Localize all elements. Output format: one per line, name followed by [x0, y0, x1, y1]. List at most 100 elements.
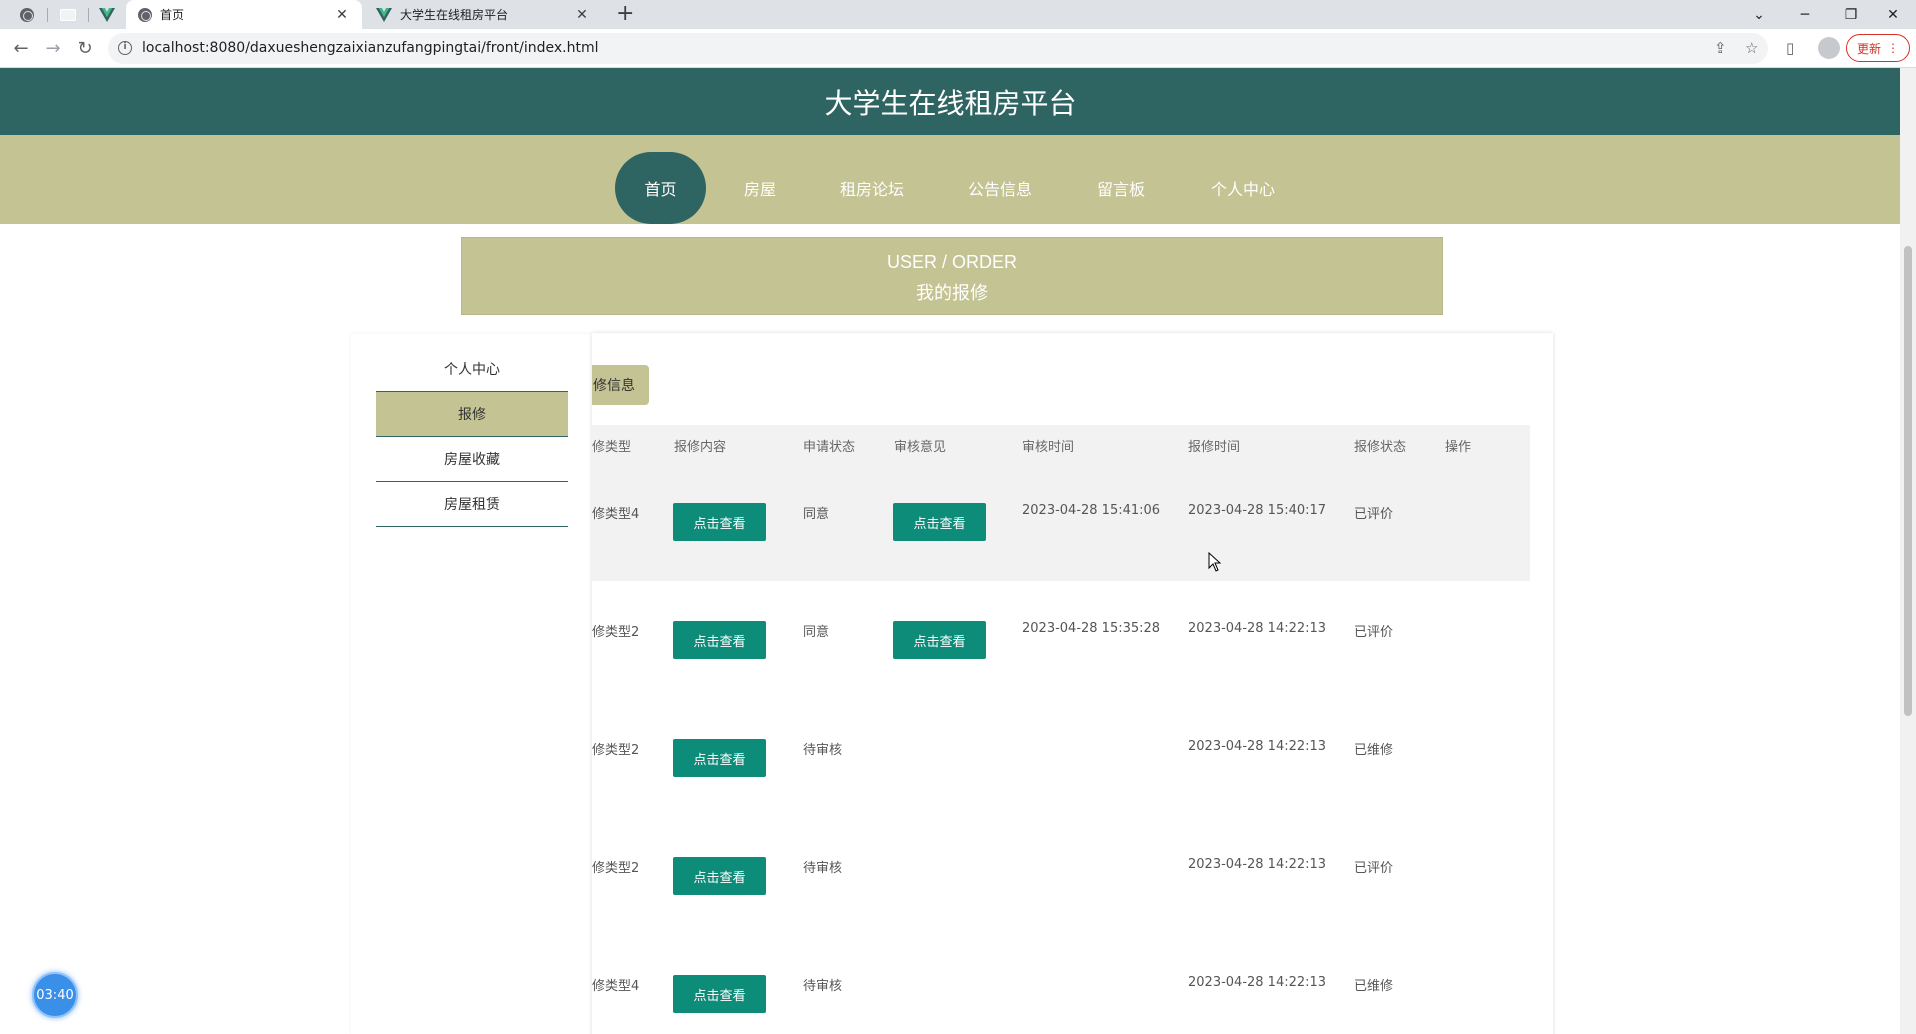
view-content-button[interactable]: 点击查看 [673, 739, 766, 777]
star-icon[interactable]: ☆ [1745, 39, 1758, 57]
cell-repair-time: 2023-04-28 14:22:13 [1188, 739, 1327, 754]
floating-timer[interactable]: 03:40 [32, 972, 78, 1018]
view-content-button[interactable]: 点击查看 [673, 621, 766, 659]
restore-button[interactable]: ❐ [1828, 0, 1874, 29]
repair-panel: 修信息 修类型 报修内容 申请状态 审核意见 审核时间 报修时间 报修状态 操作… [592, 333, 1553, 1034]
globe-icon [20, 7, 34, 22]
sidebar-item-rental[interactable]: 房屋租赁 [376, 482, 568, 527]
blank-page-icon [60, 8, 76, 21]
minimize-button[interactable]: ─ [1782, 0, 1828, 29]
tab-divider [47, 8, 48, 22]
tab-home[interactable]: 首页 ✕ [126, 0, 362, 29]
close-icon[interactable]: ✕ [334, 7, 350, 23]
page-scrollbar[interactable] [1900, 68, 1916, 1034]
cell-repair-status: 已评价 [1354, 625, 1394, 640]
sidebar-item-label: 房屋租赁 [444, 497, 500, 513]
cell-type: 修类型4 [592, 979, 640, 994]
col-repair-time: 报修时间 [1188, 440, 1241, 455]
cell-type: 修类型4 [592, 507, 640, 522]
nav-label: 房屋 [743, 179, 776, 199]
button-label: 点击查看 [693, 516, 746, 532]
forward-icon[interactable]: → [41, 36, 65, 60]
view-review-button[interactable]: 点击查看 [893, 503, 986, 541]
site-nav: 首页 房屋 租房论坛 公告信息 留言板 个人中心 [0, 135, 1900, 224]
sidebar-item-profile[interactable]: 个人中心 [376, 347, 568, 392]
button-label: 点击查看 [693, 634, 746, 650]
cell-repair-time: 2023-04-28 14:22:13 [1188, 621, 1327, 636]
tab-platform[interactable]: 大学生在线租房平台 ✕ [364, 0, 600, 29]
nav-profile[interactable]: 个人中心 [1197, 151, 1289, 224]
address-bar[interactable]: i localhost:8080/daxueshengzaixianzufang… [108, 33, 1768, 64]
nav-notice[interactable]: 公告信息 [952, 151, 1048, 224]
cell-apply-status: 同意 [803, 625, 830, 640]
view-content-button[interactable]: 点击查看 [673, 857, 766, 895]
update-label: 更新 [1856, 41, 1881, 56]
cell-apply-status: 待审核 [803, 861, 843, 876]
scrollbar-thumb[interactable] [1904, 246, 1912, 716]
cell-repair-time: 2023-04-28 14:22:13 [1188, 975, 1327, 990]
sidebar-item-label: 房屋收藏 [444, 452, 500, 468]
nav-message-board[interactable]: 留言板 [1081, 151, 1161, 224]
new-tab-button[interactable]: + [616, 2, 634, 26]
table-header: 修类型 报修内容 申请状态 审核意见 审核时间 报修时间 报修状态 操作 [592, 425, 1530, 463]
cell-type: 修类型2 [592, 743, 640, 758]
col-review: 审核意见 [894, 440, 947, 455]
cell-review-time: 2023-04-28 15:41:06 [1022, 503, 1161, 518]
cell-type: 修类型2 [592, 861, 640, 876]
button-label: 点击查看 [693, 988, 746, 1004]
close-window-button[interactable]: ✕ [1870, 0, 1916, 29]
timer-label: 03:40 [36, 987, 74, 1003]
cell-apply-status: 同意 [803, 507, 830, 522]
tab-search-icon[interactable]: ⌄ [1736, 0, 1782, 29]
pinned-tab-vue[interactable] [91, 0, 123, 29]
nav-label: 租房论坛 [839, 179, 904, 199]
col-review-time: 审核时间 [1022, 440, 1075, 455]
share-icon[interactable]: ⇪ [1714, 39, 1727, 57]
vue-icon [99, 7, 115, 22]
col-apply-status: 申请状态 [803, 440, 856, 455]
sidebar-item-favorites[interactable]: 房屋收藏 [376, 437, 568, 482]
col-repair-status: 报修状态 [1354, 440, 1407, 455]
cell-repair-time: 2023-04-28 15:40:17 [1188, 503, 1327, 518]
cell-repair-time: 2023-04-28 14:22:13 [1188, 857, 1327, 872]
profile-sidebar: 个人中心 报修 房屋收藏 房屋租赁 [351, 334, 593, 1034]
view-content-button[interactable]: 点击查看 [673, 503, 766, 541]
back-icon[interactable]: ← [9, 36, 33, 60]
table-row: 修类型4 点击查看 待审核 2023-04-28 14:22:13 已维修 [592, 935, 1530, 1034]
button-label: 点击查看 [693, 870, 746, 886]
cell-apply-status: 待审核 [803, 743, 843, 758]
view-review-button[interactable]: 点击查看 [893, 621, 986, 659]
button-label: 点击查看 [913, 634, 966, 650]
cell-review-time: 2023-04-28 15:35:28 [1022, 621, 1161, 636]
site-title: 大学生在线租房平台 [824, 86, 1077, 120]
info-icon[interactable]: i [118, 41, 132, 55]
close-icon[interactable]: ✕ [574, 7, 590, 23]
pinned-tab-globe[interactable] [11, 0, 43, 29]
sidebar-item-label: 个人中心 [444, 362, 500, 378]
menu-dots-icon: ⋮ [1887, 41, 1899, 55]
page-banner: USER / ORDER 我的报修 [461, 237, 1443, 315]
url-text: localhost:8080/daxueshengzaixianzufangpi… [142, 40, 599, 56]
button-label: 点击查看 [913, 516, 966, 532]
cell-repair-status: 已评价 [1354, 507, 1394, 522]
browser-toolbar: ← → ↻ i localhost:8080/daxueshengzaixian… [0, 29, 1916, 68]
pinned-tab-blank[interactable] [52, 0, 84, 29]
cell-repair-status: 已维修 [1354, 979, 1394, 994]
reload-icon[interactable]: ↻ [73, 36, 97, 60]
table-row: 修类型2 点击查看 同意 点击查看 2023-04-28 15:35:28 20… [592, 581, 1530, 699]
nav-house[interactable]: 房屋 [722, 151, 798, 224]
tab-repair-info[interactable]: 修信息 [592, 365, 649, 405]
sidepanel-icon[interactable]: ▯ [1786, 39, 1794, 57]
update-button[interactable]: 更新 ⋮ [1846, 34, 1910, 62]
tab-title: 首页 [160, 8, 185, 22]
view-content-button[interactable]: 点击查看 [673, 975, 766, 1013]
mouse-cursor-icon [1208, 552, 1222, 572]
cell-repair-status: 已维修 [1354, 743, 1394, 758]
sidebar-item-label: 报修 [458, 407, 486, 423]
profile-avatar[interactable] [1818, 37, 1840, 59]
globe-icon [138, 7, 152, 22]
nav-forum[interactable]: 租房论坛 [826, 151, 918, 224]
nav-home[interactable]: 首页 [615, 152, 706, 224]
sidebar-item-repair[interactable]: 报修 [376, 392, 568, 437]
tab-label: 修信息 [593, 378, 635, 394]
